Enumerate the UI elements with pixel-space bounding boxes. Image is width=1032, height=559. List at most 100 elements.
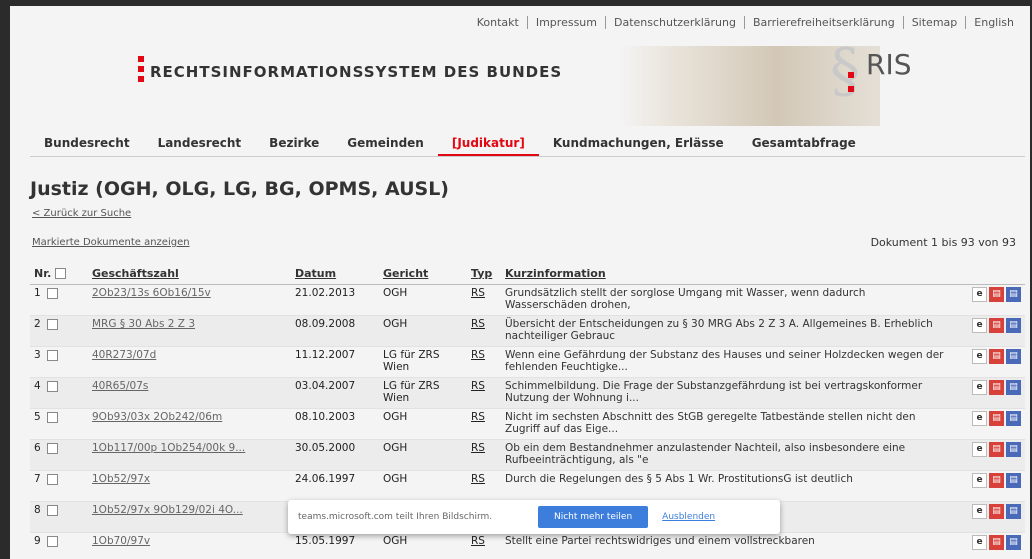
geschaeftszahl-link[interactable]: 2Ob23/13s 6Ob16/15v <box>92 287 211 299</box>
top-nav: Kontakt Impressum Datenschutzerklärung B… <box>469 16 1022 29</box>
geschaeftszahl-link[interactable]: 1Ob52/97x <box>92 473 150 485</box>
rtf-document-icon[interactable]: ▤ <box>1006 287 1021 302</box>
paragraph-icon: § <box>830 36 860 106</box>
row-number: 3 <box>34 349 41 361</box>
table-row: 6 1Ob117/00p 1Ob254/00k 9... 30.05.2000 OG… <box>30 439 1025 471</box>
geschaeftszahl-link[interactable]: MRG § 30 Abs 2 Z 3 <box>92 318 195 330</box>
tab-bundesrecht[interactable]: Bundesrecht <box>30 128 144 156</box>
row-court: OGH <box>379 532 467 559</box>
document-count: Dokument 1 bis 93 von 93 <box>870 236 1016 249</box>
row-checkbox[interactable] <box>47 349 59 361</box>
back-to-search-link[interactable]: < Zurück zur Suche <box>32 208 131 219</box>
row-date: 15.05.1997 <box>291 532 379 559</box>
geschaeftszahl-link[interactable]: 40R273/07d <box>92 349 156 361</box>
pdf-document-icon[interactable]: ▤ <box>989 287 1004 302</box>
stop-sharing-button[interactable]: Nicht mehr teilen <box>538 506 649 528</box>
geschaeftszahl-link[interactable]: 1Ob52/97x 9Ob129/02i 4O... <box>92 504 243 516</box>
row-court: LG für ZRS Wien <box>379 346 467 378</box>
rtf-document-icon[interactable]: ▤ <box>1006 380 1021 395</box>
pdf-document-icon[interactable]: ▤ <box>989 535 1004 550</box>
col-kurzinformation[interactable]: Kurzinformation <box>501 262 951 285</box>
row-checkbox[interactable] <box>47 535 59 547</box>
row-type-link[interactable]: RS <box>471 349 485 361</box>
tab-landesrecht[interactable]: Landesrecht <box>144 128 256 156</box>
row-checkbox[interactable] <box>47 287 59 299</box>
row-date: 03.04.2007 <box>291 377 379 409</box>
col-typ[interactable]: Typ <box>467 262 501 285</box>
html-document-icon[interactable]: e <box>972 411 987 426</box>
row-checkbox[interactable] <box>47 504 59 516</box>
html-document-icon[interactable]: e <box>972 349 987 364</box>
top-nav-datenschutz[interactable]: Datenschutzerklärung <box>604 16 744 29</box>
rtf-document-icon[interactable]: ▤ <box>1006 318 1021 333</box>
row-checkbox[interactable] <box>47 442 59 454</box>
ris-logo[interactable]: RIS <box>866 48 912 81</box>
pdf-document-icon[interactable]: ▤ <box>989 442 1004 457</box>
row-number: 7 <box>34 473 41 485</box>
pdf-document-icon[interactable]: ▤ <box>989 318 1004 333</box>
rtf-document-icon[interactable]: ▤ <box>1006 473 1021 488</box>
geschaeftszahl-link[interactable]: 9Ob93/03x 2Ob242/06m <box>92 411 222 423</box>
tab-gemeinden[interactable]: Gemeinden <box>333 128 438 156</box>
row-type-link[interactable]: RS <box>471 535 485 547</box>
row-number: 4 <box>34 380 41 392</box>
rtf-document-icon[interactable]: ▤ <box>1006 504 1021 519</box>
row-number: 6 <box>34 442 41 454</box>
top-nav-kontakt[interactable]: Kontakt <box>469 16 527 29</box>
html-document-icon[interactable]: e <box>972 380 987 395</box>
tab-bezirke[interactable]: Bezirke <box>255 128 333 156</box>
top-nav-impressum[interactable]: Impressum <box>526 16 605 29</box>
row-number: 2 <box>34 318 41 330</box>
rtf-document-icon[interactable]: ▤ <box>1006 442 1021 457</box>
html-document-icon[interactable]: e <box>972 318 987 333</box>
geschaeftszahl-link[interactable]: 40R65/07s <box>92 380 148 392</box>
row-type-link[interactable]: RS <box>471 442 485 454</box>
site-brand[interactable]: RECHTSINFORMATIONSSYSTEM DES BUNDES <box>150 63 562 81</box>
tab-kundmachungen[interactable]: Kundmachungen, Erlässe <box>539 128 738 156</box>
row-date: 08.09.2008 <box>291 315 379 347</box>
html-document-icon[interactable]: e <box>972 442 987 457</box>
marked-documents-link[interactable]: Markierte Dokumente anzeigen <box>32 237 190 248</box>
row-type-link[interactable]: RS <box>471 318 485 330</box>
html-document-icon[interactable]: e <box>972 473 987 488</box>
col-geschaeftszahl[interactable]: Geschäftszahl <box>88 262 291 285</box>
pdf-document-icon[interactable]: ▤ <box>989 504 1004 519</box>
row-court: OGH <box>379 408 467 440</box>
top-nav-english[interactable]: English <box>965 16 1022 29</box>
top-nav-barrierefreiheit[interactable]: Barrierefreiheitserklärung <box>743 16 903 29</box>
pdf-document-icon[interactable]: ▤ <box>989 380 1004 395</box>
row-type-link[interactable]: RS <box>471 473 485 485</box>
html-document-icon[interactable]: e <box>972 287 987 302</box>
pdf-document-icon[interactable]: ▤ <box>989 473 1004 488</box>
select-all-checkbox[interactable] <box>55 268 67 279</box>
rtf-document-icon[interactable]: ▤ <box>1006 535 1021 550</box>
top-nav-sitemap[interactable]: Sitemap <box>902 16 966 29</box>
pdf-document-icon[interactable]: ▤ <box>989 411 1004 426</box>
rtf-document-icon[interactable]: ▤ <box>1006 349 1021 364</box>
table-row: 5 9Ob93/03x 2Ob242/06m 08.10.2003 OGH RS Nic… <box>30 408 1025 440</box>
row-date: 08.10.2003 <box>291 408 379 440</box>
row-checkbox[interactable] <box>47 380 59 392</box>
row-type-link[interactable]: RS <box>471 380 485 392</box>
tab-gesamtabfrage[interactable]: Gesamtabfrage <box>738 128 870 156</box>
row-checkbox[interactable] <box>47 473 59 485</box>
tab-judikatur[interactable]: [Judikatur] <box>437 128 539 156</box>
row-checkbox[interactable] <box>47 411 59 423</box>
geschaeftszahl-link[interactable]: 1Ob117/00p 1Ob254/00k 9... <box>92 442 245 454</box>
pdf-document-icon[interactable]: ▤ <box>989 349 1004 364</box>
col-datum[interactable]: Datum <box>291 262 379 285</box>
table-row: 4 40R65/07s 03.04.2007 LG für ZRS Wien RS Sc… <box>30 377 1025 409</box>
table-row: 2 MRG § 30 Abs 2 Z 3 08.09.2008 OGH RS Übers… <box>30 315 1025 347</box>
rtf-document-icon[interactable]: ▤ <box>1006 411 1021 426</box>
html-document-icon[interactable]: e <box>972 504 987 519</box>
col-gericht[interactable]: Gericht <box>379 262 467 285</box>
row-type-link[interactable]: RS <box>471 411 485 423</box>
row-summary: Stellt eine Partei rechtswidriges und ei… <box>501 532 951 559</box>
hide-share-bar-link[interactable]: Ausblenden <box>662 512 715 522</box>
row-type-link[interactable]: RS <box>471 287 485 299</box>
html-document-icon[interactable]: e <box>972 535 987 550</box>
geschaeftszahl-link[interactable]: 1Ob70/97v <box>92 535 150 547</box>
row-summary: Grundsätzlich stellt der sorglose Umgang… <box>501 284 951 316</box>
row-date: 30.05.2000 <box>291 439 379 471</box>
row-checkbox[interactable] <box>47 318 59 330</box>
